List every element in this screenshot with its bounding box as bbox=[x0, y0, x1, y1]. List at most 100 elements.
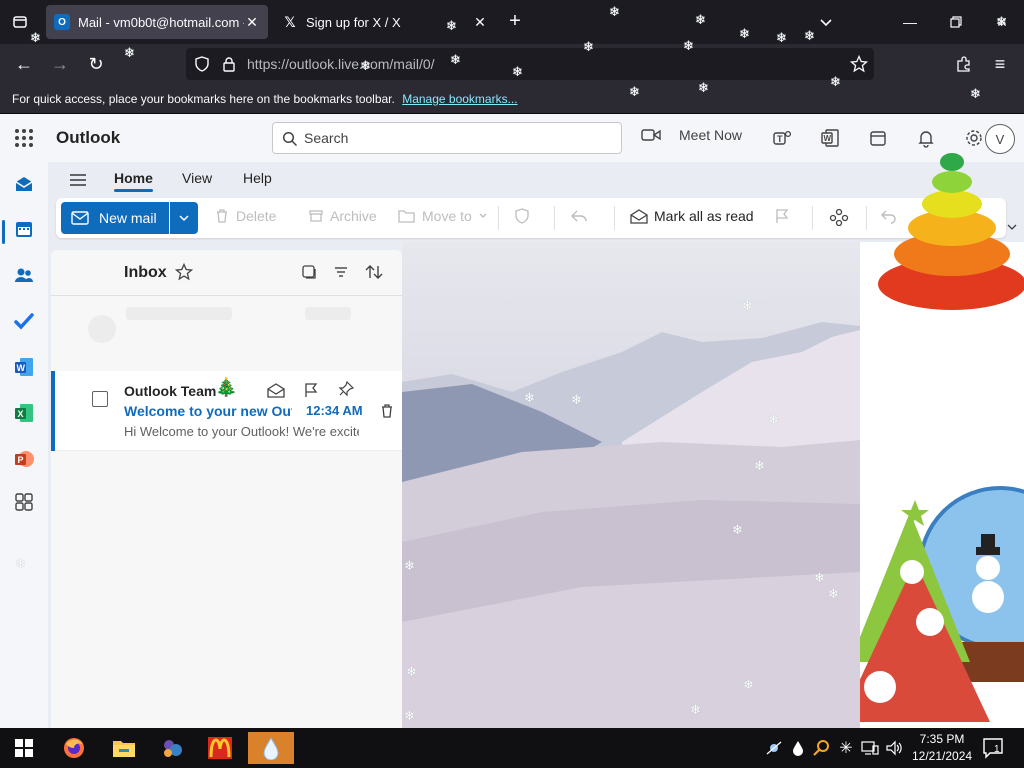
loading-avatar-skeleton bbox=[88, 315, 116, 343]
video-camera-icon bbox=[641, 129, 661, 141]
rail-active-indicator bbox=[2, 220, 5, 244]
restore-icon[interactable] bbox=[944, 10, 968, 34]
reload-icon[interactable]: ↻ bbox=[84, 52, 108, 76]
firefox-view-icon[interactable] bbox=[8, 10, 32, 34]
bonzi-taskbar-icon[interactable] bbox=[154, 732, 190, 764]
move-to-button[interactable]: Move to bbox=[398, 208, 488, 224]
archive-icon bbox=[309, 210, 323, 222]
more-apps-icon[interactable] bbox=[10, 488, 38, 516]
flag-message-icon[interactable] bbox=[301, 380, 321, 400]
tab-outlook[interactable]: O Mail - vm0b0t@hotmail.com - Outlook ✕ bbox=[46, 5, 268, 39]
tab-view[interactable]: View bbox=[182, 170, 212, 186]
mark-all-read-button[interactable]: Mark all as read bbox=[630, 208, 754, 224]
new-mail-label: New mail bbox=[99, 210, 157, 226]
url-bar[interactable]: https://outlook.live.com/mail/0/ bbox=[186, 48, 874, 80]
teams-icon[interactable]: T bbox=[770, 126, 794, 150]
message-subject: Welcome to your new Outlook.com account bbox=[124, 403, 292, 419]
bookmarks-message: For quick access, place your bookmarks h… bbox=[12, 92, 395, 106]
new-mail-button[interactable]: New mail bbox=[61, 202, 169, 234]
minimize-icon[interactable]: — bbox=[898, 10, 922, 34]
quick-steps-icon[interactable] bbox=[829, 208, 849, 226]
mark-read-icon[interactable] bbox=[266, 380, 286, 400]
mark-all-read-label: Mark all as read bbox=[654, 208, 754, 224]
favorite-star-icon[interactable] bbox=[174, 262, 194, 284]
select-checkbox[interactable] bbox=[92, 391, 108, 407]
clock-time: 7:35 PM bbox=[919, 732, 965, 746]
excel-app-icon[interactable]: X bbox=[10, 399, 38, 427]
start-button[interactable] bbox=[6, 732, 42, 764]
bookmark-star-icon[interactable] bbox=[849, 54, 869, 76]
sort-icon[interactable] bbox=[364, 263, 384, 284]
notification-center-icon[interactable] bbox=[982, 737, 1004, 762]
people-app-icon[interactable] bbox=[10, 261, 38, 289]
select-mode-icon[interactable] bbox=[301, 264, 317, 283]
move-to-label: Move to bbox=[422, 208, 472, 224]
notification-count-badge: 1 bbox=[994, 744, 1000, 755]
message-preview: Hi Welcome to your Outlook! We're excite… bbox=[124, 424, 359, 439]
reply-icon[interactable] bbox=[570, 208, 588, 224]
outlook-app: Outlook Search Meet Now T W V W X P Home… bbox=[0, 114, 1024, 728]
svg-text:X: X bbox=[18, 409, 24, 419]
back-icon[interactable]: ← bbox=[12, 52, 36, 76]
ribbon-separator bbox=[554, 206, 555, 230]
delete-message-icon[interactable] bbox=[377, 401, 397, 421]
flag-icon[interactable] bbox=[774, 208, 790, 224]
filter-icon[interactable] bbox=[333, 264, 349, 283]
powerpoint-app-icon[interactable]: P bbox=[10, 445, 38, 473]
svg-text:W: W bbox=[824, 134, 832, 143]
droplet-tray-icon[interactable] bbox=[788, 738, 808, 758]
close-tab-icon[interactable]: ✕ bbox=[244, 14, 260, 31]
snow-app-taskbar-icon[interactable] bbox=[248, 732, 294, 764]
lock-icon[interactable] bbox=[222, 56, 236, 75]
search-input[interactable]: Search bbox=[272, 122, 622, 154]
list-item[interactable]: Outlook Team 🎄 Welcome to your new Outlo… bbox=[51, 371, 402, 451]
word-icon[interactable]: W bbox=[818, 126, 842, 150]
meet-now-button[interactable]: Meet Now bbox=[641, 127, 742, 143]
svg-text:W: W bbox=[17, 363, 26, 373]
todo-app-icon[interactable] bbox=[10, 307, 38, 335]
snowflake-tray-icon[interactable]: ✳ bbox=[836, 738, 856, 758]
search-tray-icon[interactable] bbox=[812, 738, 832, 758]
message-time: 12:34 AM bbox=[306, 403, 363, 418]
close-tab-icon[interactable]: ✕ bbox=[472, 14, 488, 31]
delete-button[interactable]: Delete bbox=[214, 208, 276, 224]
report-shield-icon[interactable] bbox=[514, 208, 530, 224]
forward-icon[interactable]: → bbox=[48, 52, 72, 76]
folder-title: Inbox bbox=[124, 264, 167, 281]
loading-line-skeleton bbox=[305, 307, 351, 320]
mail-app-icon[interactable] bbox=[10, 170, 38, 198]
hamburger-menu-icon[interactable] bbox=[68, 170, 88, 190]
pin-icon[interactable] bbox=[336, 379, 356, 399]
system-clock[interactable]: 7:35 PM 12/21/2024 bbox=[912, 731, 972, 765]
firefox-taskbar-icon[interactable] bbox=[56, 732, 92, 764]
outlook-brand[interactable]: Outlook bbox=[56, 128, 120, 148]
archive-button[interactable]: Archive bbox=[308, 208, 377, 224]
list-header-divider bbox=[51, 295, 402, 296]
close-window-icon[interactable]: ✕ bbox=[990, 10, 1014, 34]
app-launcher-icon[interactable] bbox=[13, 127, 35, 149]
extensions-icon[interactable] bbox=[952, 52, 976, 76]
network-tray-icon[interactable] bbox=[860, 738, 880, 758]
calendar-app-icon[interactable] bbox=[10, 215, 38, 243]
app-menu-icon[interactable]: ≡ bbox=[988, 52, 1012, 76]
manage-bookmarks-link[interactable]: Manage bookmarks... bbox=[402, 92, 517, 106]
reading-pane-background bbox=[402, 242, 860, 728]
shield-icon[interactable] bbox=[194, 56, 210, 75]
tab-help[interactable]: Help bbox=[243, 170, 272, 186]
weather-tray-icon[interactable] bbox=[764, 738, 784, 758]
tab-x-signup[interactable]: 𝕏 Sign up for X / X ✕ bbox=[274, 5, 496, 39]
message-sender: Outlook Team bbox=[124, 383, 217, 399]
search-icon bbox=[282, 131, 298, 150]
new-tab-button[interactable]: + bbox=[504, 10, 526, 34]
message-list: Inbox Outlook Team 🎄 Welcome to your new… bbox=[51, 250, 402, 728]
new-mail-dropdown[interactable] bbox=[170, 202, 198, 234]
word-app-icon[interactable]: W bbox=[10, 353, 38, 381]
mcdonalds-taskbar-icon[interactable] bbox=[202, 732, 238, 764]
list-all-tabs-icon[interactable] bbox=[816, 12, 836, 32]
file-explorer-taskbar-icon[interactable] bbox=[106, 732, 142, 764]
trash-icon bbox=[217, 209, 227, 223]
volume-tray-icon[interactable] bbox=[884, 738, 904, 758]
ribbon-separator bbox=[866, 206, 867, 230]
chevron-down-icon bbox=[479, 213, 487, 218]
tab-home[interactable]: Home bbox=[114, 170, 153, 192]
